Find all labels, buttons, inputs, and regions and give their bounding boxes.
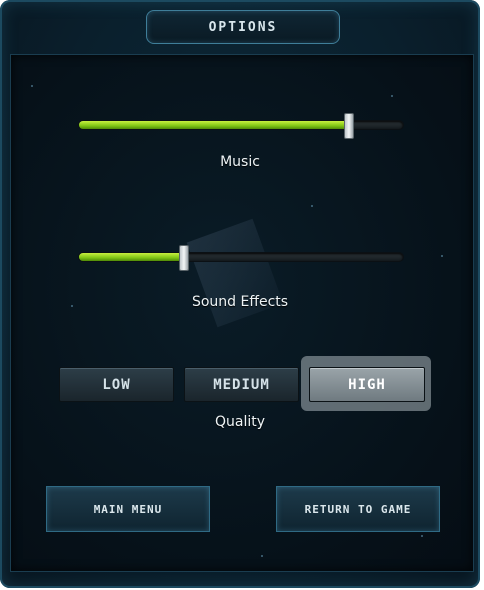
quality-label: Quality: [214, 414, 266, 430]
star-decoration: [261, 555, 263, 557]
star-decoration: [391, 95, 393, 97]
return-to-game-button[interactable]: RETURN TO GAME: [276, 486, 440, 532]
sound-effects-label: Sound Effects: [191, 294, 289, 310]
sound-effects-slider-fill: [79, 253, 183, 261]
music-slider-knob[interactable]: [343, 113, 354, 139]
star-decoration: [311, 205, 313, 207]
star-decoration: [441, 255, 443, 257]
quality-medium-button[interactable]: MEDIUM: [184, 367, 299, 402]
star-decoration: [71, 305, 73, 307]
sound-effects-slider[interactable]: [79, 245, 403, 271]
sound-effects-slider-knob[interactable]: [178, 245, 189, 271]
music-slider[interactable]: [79, 113, 403, 139]
music-slider-fill: [79, 121, 348, 129]
star-decoration: [31, 85, 33, 87]
main-menu-button[interactable]: MAIN MENU: [46, 486, 210, 532]
quality-low-button[interactable]: LOW: [59, 367, 174, 402]
quality-high-button[interactable]: HIGH: [309, 367, 425, 402]
options-title: OPTIONS: [146, 10, 340, 44]
star-decoration: [421, 535, 423, 537]
music-label: Music: [220, 154, 260, 170]
